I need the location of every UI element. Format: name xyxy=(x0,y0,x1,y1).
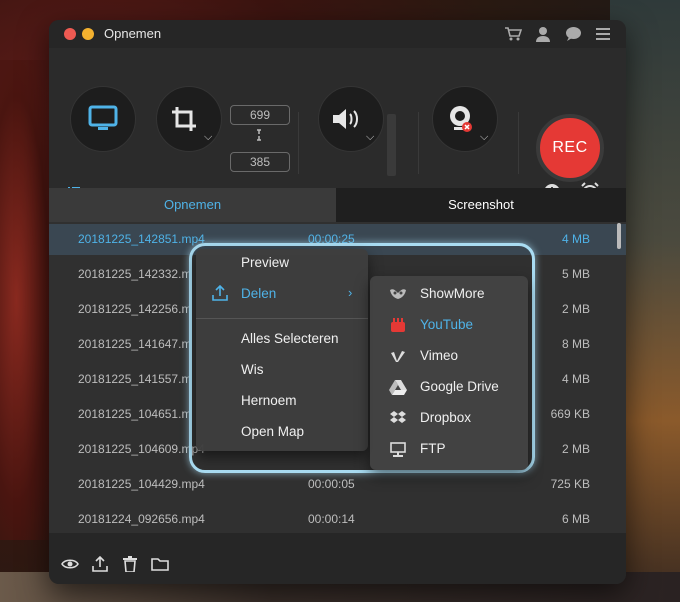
menu-item-delen[interactable]: Delen xyxy=(241,286,276,301)
aspect-link-icon[interactable] xyxy=(254,128,264,142)
menu-item-alles-selecteren[interactable]: Alles Selecteren xyxy=(241,331,339,346)
list-item[interactable]: 20181224_092656.mp4 00:00:14 6 MB xyxy=(49,504,626,533)
file-size: 6 MB xyxy=(561,512,590,526)
file-name: 20181225_104651.m xyxy=(78,407,192,421)
toolbar: ⌵ 699 385 ⌵ ⌵ REC xyxy=(49,48,626,201)
preview-eye-icon[interactable] xyxy=(61,555,79,573)
submenu-item-vimeo[interactable]: Vimeo xyxy=(420,348,458,363)
folder-icon[interactable] xyxy=(151,555,169,573)
crop-chevron-down-icon[interactable]: ⌵ xyxy=(204,131,212,144)
toolbar-divider xyxy=(518,112,519,174)
file-name: 20181225_141647.m xyxy=(78,337,192,351)
close-window-button[interactable] xyxy=(64,28,76,40)
menu-item-preview[interactable]: Preview xyxy=(241,255,289,270)
volume-slider[interactable] xyxy=(387,114,396,176)
showmore-icon xyxy=(389,285,407,303)
title-bar: Opnemen xyxy=(49,20,626,49)
menu-item-hernoem[interactable]: Hernoem xyxy=(241,393,297,408)
file-name: 20181225_141557.m xyxy=(78,372,192,386)
file-size: 2 MB xyxy=(561,442,590,456)
menu-item-wis[interactable]: Wis xyxy=(241,362,264,377)
submenu-chevron-right-icon: › xyxy=(348,285,353,300)
window-title: Opnemen xyxy=(104,26,162,41)
file-size: 669 KB xyxy=(550,407,590,421)
minimize-window-button[interactable] xyxy=(82,28,94,40)
file-size: 5 MB xyxy=(561,267,590,281)
youtube-icon xyxy=(389,316,407,334)
ftp-icon xyxy=(389,440,407,458)
file-size: 725 KB xyxy=(550,477,590,491)
file-duration: 00:00:14 xyxy=(308,512,355,526)
tab-screenshot[interactable]: Screenshot xyxy=(336,188,626,222)
vimeo-icon xyxy=(389,347,407,365)
audio-chevron-down-icon[interactable]: ⌵ xyxy=(366,131,374,144)
file-name: 20181225_142332.m xyxy=(78,267,192,281)
tab-bar: Opnemen Screenshot xyxy=(49,188,626,222)
menu-item-open-map[interactable]: Open Map xyxy=(241,424,304,439)
file-name: 20181225_142851.mp4 xyxy=(78,232,205,246)
height-field[interactable]: 385 xyxy=(230,152,290,172)
crop-icon xyxy=(172,107,196,131)
width-field[interactable]: 699 xyxy=(230,105,290,125)
menu-divider xyxy=(196,318,368,319)
webcam-icon xyxy=(450,106,472,132)
submenu-item-showmore[interactable]: ShowMore xyxy=(420,286,485,301)
submenu-item-youtube[interactable]: YouTube xyxy=(420,317,473,332)
rec-button[interactable]: REC xyxy=(536,114,604,182)
title-bar-icons xyxy=(504,25,612,43)
file-name: 20181225_104609.mp4 xyxy=(78,442,205,456)
chat-icon[interactable] xyxy=(564,25,582,43)
file-duration: 00:00:05 xyxy=(308,477,355,491)
share-submenu: ShowMore YouTube Vimeo Google Drive Drop… xyxy=(370,276,528,470)
speaker-icon xyxy=(333,109,358,129)
toolbar-divider xyxy=(298,112,299,174)
file-size: 4 MB xyxy=(561,232,590,246)
context-menu: Preview Delen › Alles Selecteren Wis Her… xyxy=(196,249,368,451)
share-icon xyxy=(212,284,228,301)
submenu-item-ftp[interactable]: FTP xyxy=(420,441,446,456)
file-name: 20181225_142256.m xyxy=(78,302,192,316)
file-size: 8 MB xyxy=(561,337,590,351)
file-size: 4 MB xyxy=(561,372,590,386)
submenu-item-dropbox[interactable]: Dropbox xyxy=(420,410,471,425)
screen-capture-button[interactable] xyxy=(70,86,136,152)
menu-icon[interactable] xyxy=(594,25,612,43)
trash-icon[interactable] xyxy=(121,555,139,573)
list-scrollbar[interactable] xyxy=(617,223,621,249)
file-name: 20181224_092656.mp4 xyxy=(78,512,205,526)
user-icon[interactable] xyxy=(534,25,552,43)
background-decoration xyxy=(0,60,55,540)
file-name: 20181225_104429.mp4 xyxy=(78,477,205,491)
toolbar-divider xyxy=(418,112,419,174)
cart-icon[interactable] xyxy=(504,25,522,43)
monitor-icon xyxy=(88,105,118,130)
share-upload-icon[interactable] xyxy=(91,555,109,573)
tab-opnemen[interactable]: Opnemen xyxy=(49,188,336,222)
dropbox-icon xyxy=(389,409,407,427)
file-size: 2 MB xyxy=(561,302,590,316)
google-drive-icon xyxy=(389,378,407,396)
webcam-chevron-down-icon[interactable]: ⌵ xyxy=(480,131,488,144)
submenu-item-google-drive[interactable]: Google Drive xyxy=(420,379,499,394)
list-item[interactable]: 20181225_104429.mp4 00:00:05 725 KB xyxy=(49,469,626,500)
